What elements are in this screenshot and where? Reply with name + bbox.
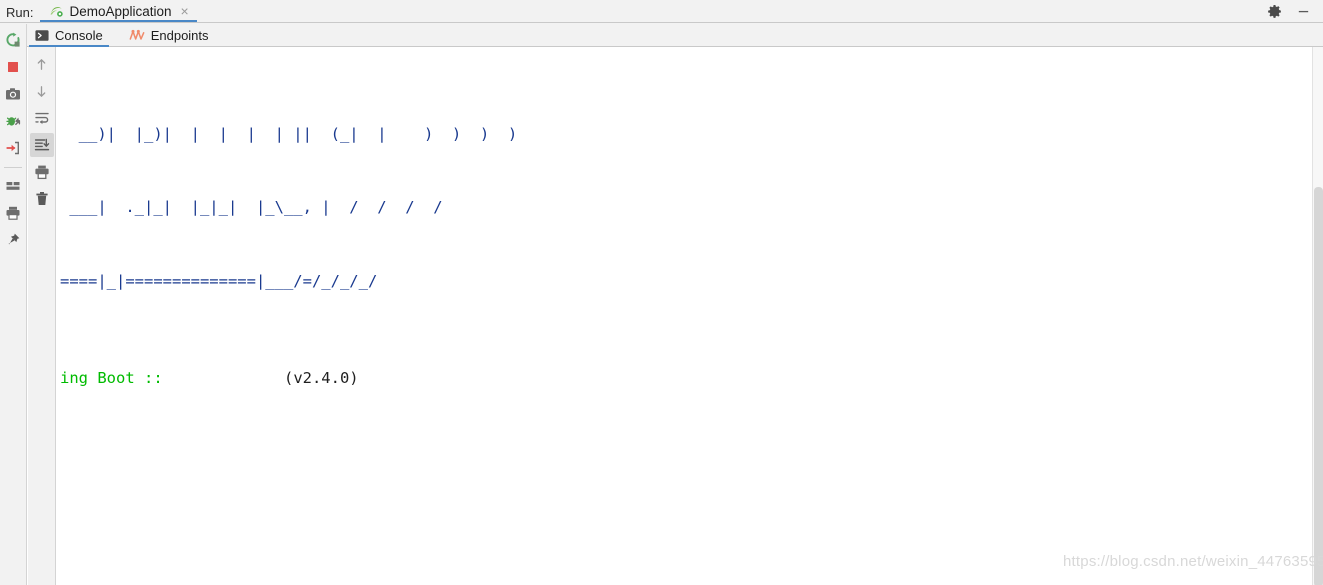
minimize-icon[interactable] (1296, 4, 1311, 19)
scrollbar-thumb[interactable] (1314, 187, 1323, 585)
console-tabbar: Console Endpoints (0, 23, 1323, 47)
print-icon[interactable] (30, 160, 54, 184)
camera-icon[interactable] (1, 82, 25, 106)
run-tab-demoapplication[interactable]: DemoApplication × (40, 0, 197, 22)
console-text: __)| |_)| | | | | || (_| | ) ) ) ) ___| … (57, 47, 1236, 585)
run-tool-window: Run: DemoApplication × Console Endpoints… (0, 0, 1323, 585)
runbar-right-actions (1267, 0, 1323, 22)
tab-endpoints-label: Endpoints (150, 27, 209, 43)
tab-console[interactable]: Console (29, 23, 109, 47)
tab-endpoints[interactable]: Endpoints (127, 23, 211, 47)
console-vertical-scrollbar[interactable] (1312, 47, 1323, 585)
console-actions-toolbar (28, 47, 56, 585)
trash-icon[interactable] (30, 187, 54, 211)
gear-icon[interactable] (1267, 4, 1282, 19)
banner-gap (163, 369, 284, 387)
rerun-icon[interactable] (1, 28, 25, 52)
close-icon[interactable]: × (181, 4, 189, 18)
run-tab-label: DemoApplication (69, 3, 172, 19)
stop-icon[interactable] (1, 55, 25, 79)
arrow-up-icon[interactable] (30, 52, 54, 76)
export-icon[interactable] (1, 136, 25, 160)
endpoints-icon (129, 28, 145, 42)
print-icon-1[interactable] (1, 201, 25, 225)
banner-line: __)| |_)| | | | | || (_| | ) ) ) ) (60, 125, 518, 144)
banner-line: ====|_|==============|___/=/_/_/_/ (60, 271, 378, 290)
banner-spring-boot-text: ing Boot :: (60, 369, 163, 388)
banner-footer: ing Boot :: (v2.4.0) (60, 366, 1236, 390)
console-icon (35, 29, 49, 42)
toolbar-divider (4, 167, 22, 168)
banner-line: ___| ._|_| |_|_| |_\__, | / / / / (60, 198, 443, 217)
console-output[interactable]: __)| |_)| | | | | || (_| | ) ) ) ) ___| … (57, 47, 1312, 585)
run-actions-toolbar (0, 24, 27, 585)
layout-icon[interactable] (1, 174, 25, 198)
arrow-down-icon[interactable] (30, 79, 54, 103)
tab-console-label: Console (55, 27, 103, 43)
run-toolbar: Run: DemoApplication × (0, 0, 1323, 23)
console-tabs: Console Endpoints (29, 23, 211, 47)
banner-version: (v2.4.0) (283, 369, 359, 388)
soft-wrap-icon[interactable] (30, 106, 54, 130)
pin-icon[interactable] (1, 228, 25, 252)
spring-app-icon (49, 4, 64, 19)
runbar-spacer (197, 0, 1267, 22)
scroll-to-end-icon[interactable] (29, 133, 54, 157)
debug-icon[interactable] (1, 109, 25, 133)
run-label: Run: (6, 5, 34, 20)
